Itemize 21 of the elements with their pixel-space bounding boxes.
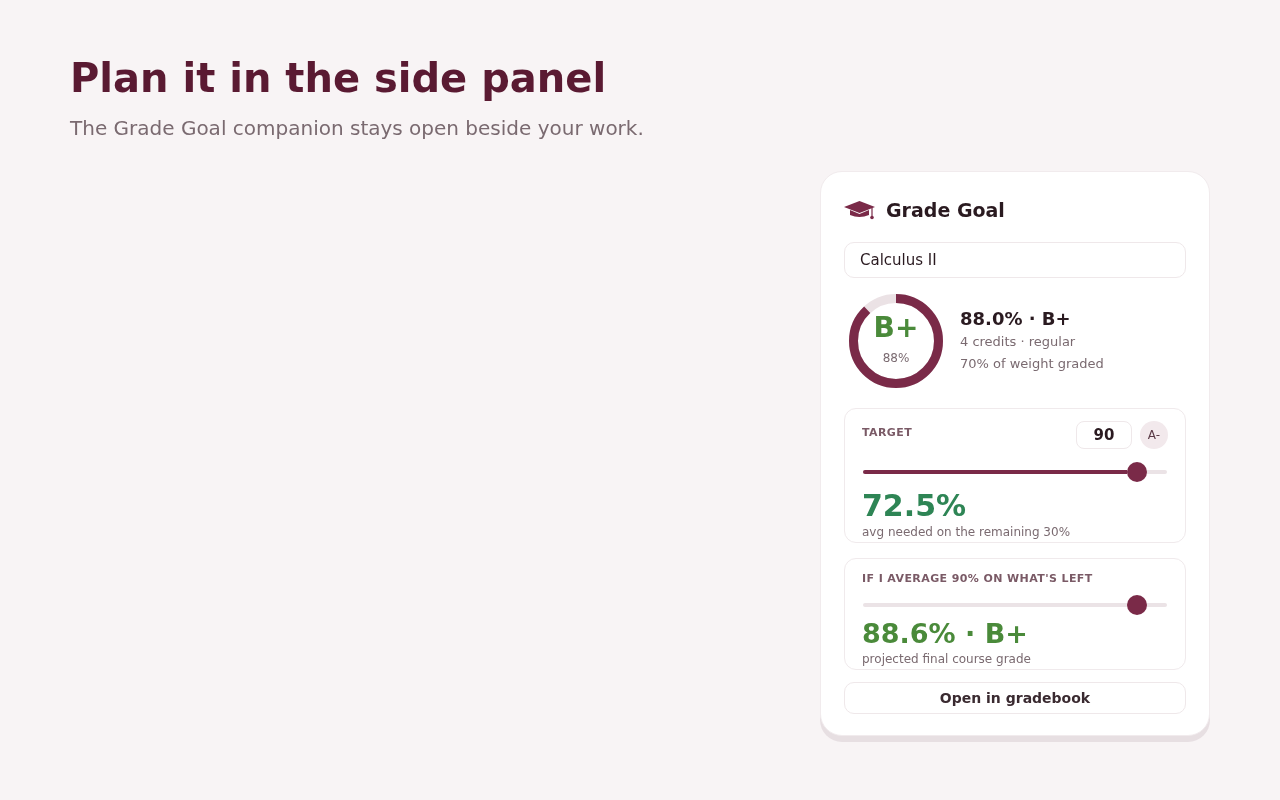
needed-caption: avg needed on the remaining 30%	[862, 524, 1072, 541]
needed-average: 72.5%	[862, 488, 968, 524]
projected-grade: 88.6% · B+	[862, 617, 1029, 651]
projection-caption: projected final course grade	[862, 651, 1032, 668]
graduation-cap-icon	[844, 200, 875, 220]
panel-title: Grade Goal	[886, 197, 1005, 223]
page-subtitle: The Grade Goal companion stays open beside your work.	[70, 115, 645, 142]
page-heading: Plan it in the side panel	[70, 54, 608, 102]
slider-thumb[interactable]	[1126, 595, 1147, 615]
grade-badge: A-	[1140, 421, 1168, 449]
target-input[interactable]: 90	[1076, 421, 1132, 449]
course-select[interactable]: Calculus II	[844, 242, 1186, 278]
course-detail: 70% of weight graded	[960, 355, 1104, 373]
ring-percent: 88%	[882, 350, 910, 366]
ring-grade: B+	[873, 312, 919, 344]
projection-label: IF I AVERAGE 90% ON WHAT'S LEFT	[862, 572, 1094, 586]
course-detail: 4 credits · regular	[960, 333, 1077, 351]
target-label: TARGET	[862, 426, 913, 440]
open-gradebook-button[interactable]: Open in gradebook	[844, 682, 1186, 714]
grade-headline: 88.0% · B+	[960, 307, 1072, 331]
slider-thumb[interactable]	[1126, 462, 1147, 482]
